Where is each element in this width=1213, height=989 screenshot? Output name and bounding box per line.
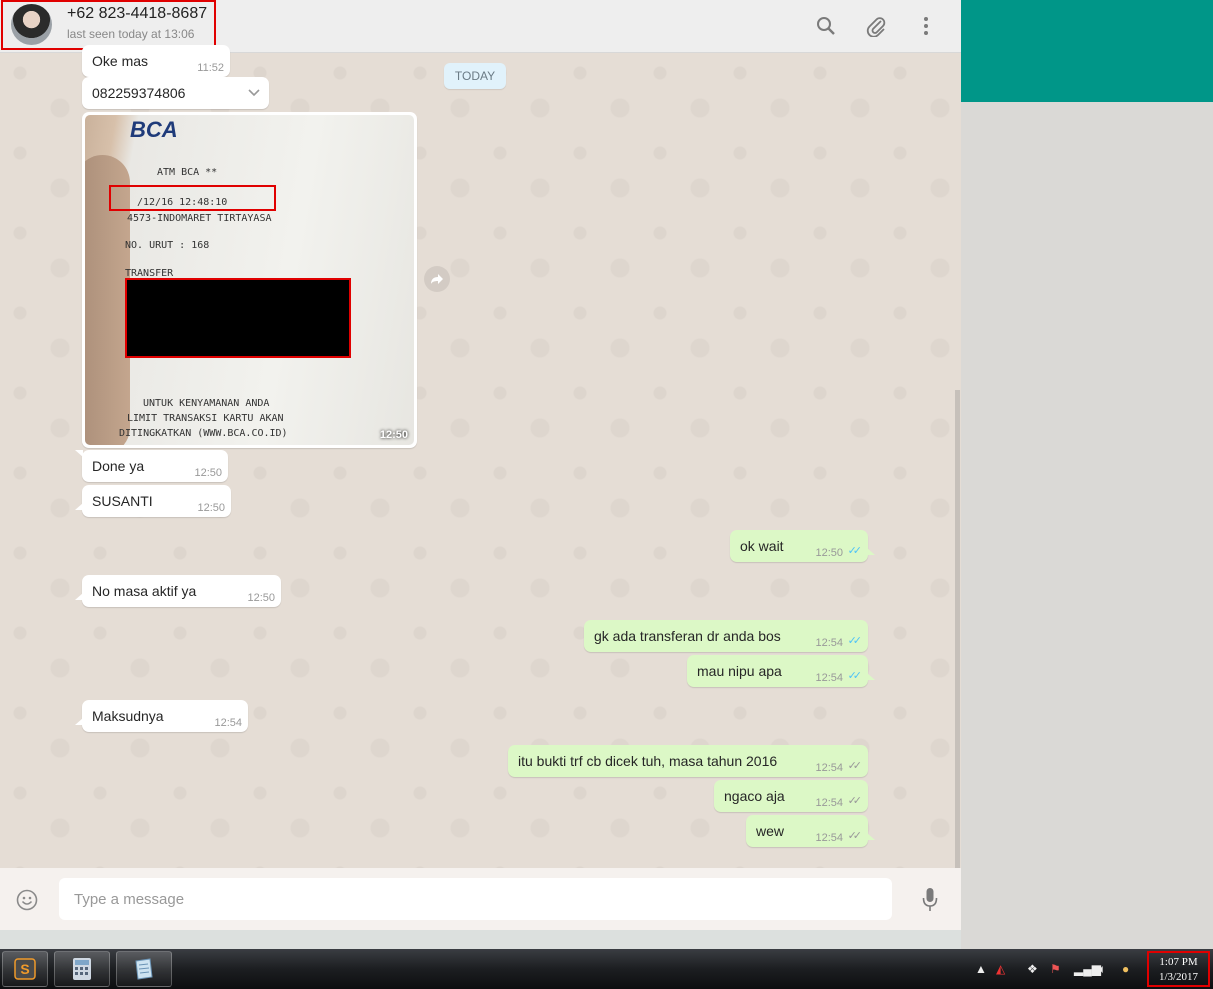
message-incoming-image[interactable]: BCA ATM BCA ** /12/16 12:48:10 4573-INDO… bbox=[82, 112, 417, 448]
taskbar-app-calculator[interactable] bbox=[54, 951, 110, 987]
bubble-tail bbox=[75, 503, 83, 510]
system-clock[interactable]: 1:07 PM 1/3/2017 bbox=[1147, 951, 1210, 987]
message-text: Maksudnya bbox=[92, 708, 164, 724]
forward-icon[interactable] bbox=[424, 266, 450, 292]
message-time: 12:54 bbox=[815, 832, 843, 844]
message-time: 12:50 bbox=[197, 502, 225, 514]
message-text: Done ya bbox=[92, 458, 145, 474]
menu-icon[interactable] bbox=[911, 11, 941, 41]
scrollbar[interactable] bbox=[955, 390, 960, 868]
bubble-tail bbox=[867, 673, 875, 680]
bubble-tail bbox=[75, 593, 83, 600]
message-incoming[interactable]: SUSANTI 12:50 bbox=[75, 485, 231, 517]
chevron-down-icon[interactable] bbox=[247, 85, 261, 101]
message-input[interactable] bbox=[59, 878, 892, 920]
day-divider: TODAY bbox=[444, 63, 506, 89]
delivered-receipt-icon: ✓✓ bbox=[847, 830, 863, 842]
read-receipt-icon: ✓✓ bbox=[847, 635, 863, 647]
message-outgoing[interactable]: ngaco aja 12:54 ✓✓ bbox=[714, 780, 868, 812]
tray-dropbox-icon[interactable]: ❖ bbox=[1027, 962, 1038, 976]
message-outgoing[interactable]: itu bukti trf cb dicek tuh, masa tahun 2… bbox=[508, 745, 868, 777]
message-outgoing[interactable]: wew 12:54 ✓✓ bbox=[746, 815, 875, 847]
message-time: 12:50 bbox=[247, 592, 275, 604]
message-incoming[interactable]: Done ya 12:50 bbox=[75, 450, 228, 482]
message-text: No masa aktif ya bbox=[92, 583, 197, 599]
message-incoming[interactable]: Oke mas 11:52 bbox=[82, 45, 230, 77]
message-text: itu bukti trf cb dicek tuh, masa tahun 2… bbox=[518, 753, 778, 769]
bubble-tail bbox=[867, 833, 875, 840]
tray-app-icon[interactable]: ◭ bbox=[996, 962, 1005, 976]
message-text: SUSANTI bbox=[92, 493, 153, 509]
message-time: 12:54 bbox=[214, 717, 242, 729]
message-text: wew bbox=[756, 823, 785, 839]
tray-volume-icon[interactable]: 🔈︎ bbox=[1099, 962, 1106, 977]
receipt-footer-line: DITINGKATKAN (WWW.BCA.CO.ID) bbox=[119, 428, 288, 439]
side-panel-teal-band bbox=[961, 0, 1213, 102]
redacted-block bbox=[125, 278, 351, 358]
receipt-footer-line: UNTUK KENYAMANAN ANDA bbox=[143, 398, 270, 409]
bubble-tail bbox=[75, 718, 83, 725]
message-list[interactable]: TODAY Oke mas 11:52 082259374806 BCA ATM… bbox=[0, 45, 961, 868]
emoji-icon[interactable] bbox=[14, 887, 40, 913]
message-text: ok wait bbox=[740, 538, 784, 554]
read-receipt-icon: ✓✓ bbox=[847, 545, 863, 557]
clock-date: 1/3/2017 bbox=[1158, 971, 1199, 983]
read-receipt-icon: ✓✓ bbox=[847, 670, 863, 682]
attach-icon[interactable] bbox=[861, 11, 891, 41]
receipt-photo[interactable]: BCA ATM BCA ** /12/16 12:48:10 4573-INDO… bbox=[85, 115, 414, 445]
delivered-receipt-icon: ✓✓ bbox=[847, 795, 863, 807]
chat-window: +62 823-4418-8687 last seen today at 13:… bbox=[0, 0, 961, 930]
message-composer bbox=[0, 868, 961, 930]
message-text: gk ada transferan dr anda bos bbox=[594, 628, 781, 644]
bubble-tail bbox=[75, 450, 83, 457]
taskbar-app-sublime[interactable]: S bbox=[2, 951, 48, 987]
message-time: 12:54 bbox=[815, 637, 843, 649]
tray-signal-icon[interactable]: ▂▄▆ bbox=[1074, 962, 1101, 976]
message-text: 082259374806 bbox=[92, 85, 186, 101]
message-outgoing[interactable]: ok wait 12:50 ✓✓ bbox=[730, 530, 875, 562]
receipt-line: 4573-INDOMARET TIRTAYASA bbox=[127, 213, 272, 224]
delivered-receipt-icon: ✓✓ bbox=[847, 760, 863, 772]
search-icon[interactable] bbox=[811, 11, 841, 41]
message-incoming[interactable]: No masa aktif ya 12:50 bbox=[75, 575, 281, 607]
receipt-footer-line: LIMIT TRANSAKSI KARTU AKAN bbox=[127, 413, 284, 424]
bank-logo: BCA bbox=[130, 117, 178, 142]
datetime-highlight-box bbox=[109, 185, 276, 211]
tray-expand-icon[interactable]: ▲ bbox=[975, 962, 987, 976]
bubble-tail bbox=[867, 548, 875, 555]
message-time: 12:50 bbox=[379, 429, 408, 441]
message-text: ngaco aja bbox=[724, 788, 785, 804]
clock-time: 1:07 PM bbox=[1159, 956, 1198, 968]
microphone-icon[interactable] bbox=[917, 886, 943, 914]
os-taskbar: S ▲ ◭ ❖ ⚑ ▂▄▆ 🔈︎ ● 1:07 PM 1/3/2017 bbox=[0, 949, 1213, 989]
receipt-line: ATM BCA ** bbox=[157, 167, 218, 178]
message-outgoing[interactable]: mau nipu apa 12:54 ✓✓ bbox=[687, 655, 875, 687]
message-time: 12:50 bbox=[194, 467, 222, 479]
message-text: Oke mas bbox=[92, 53, 149, 69]
taskbar-app-notepad[interactable] bbox=[116, 951, 172, 987]
message-incoming-contact[interactable]: 082259374806 bbox=[82, 77, 269, 109]
svg-text:S: S bbox=[20, 961, 29, 977]
tray-network-icon[interactable]: ● bbox=[1122, 962, 1129, 976]
message-time: 12:54 bbox=[815, 762, 843, 774]
receipt-line: NO. URUT : 168 bbox=[125, 240, 210, 251]
message-incoming[interactable]: Maksudnya 12:54 bbox=[75, 700, 248, 732]
message-text: mau nipu apa bbox=[697, 663, 782, 679]
message-time: 12:54 bbox=[815, 797, 843, 809]
message-outgoing[interactable]: gk ada transferan dr anda bos 12:54 ✓✓ bbox=[584, 620, 868, 652]
side-panel-background bbox=[961, 102, 1213, 949]
contact-highlight-box bbox=[1, 0, 216, 50]
tray-flag-icon[interactable]: ⚑ bbox=[1050, 962, 1061, 976]
message-time: 12:50 bbox=[815, 547, 843, 559]
message-time: 11:52 bbox=[197, 62, 224, 74]
message-time: 12:54 bbox=[815, 672, 843, 684]
